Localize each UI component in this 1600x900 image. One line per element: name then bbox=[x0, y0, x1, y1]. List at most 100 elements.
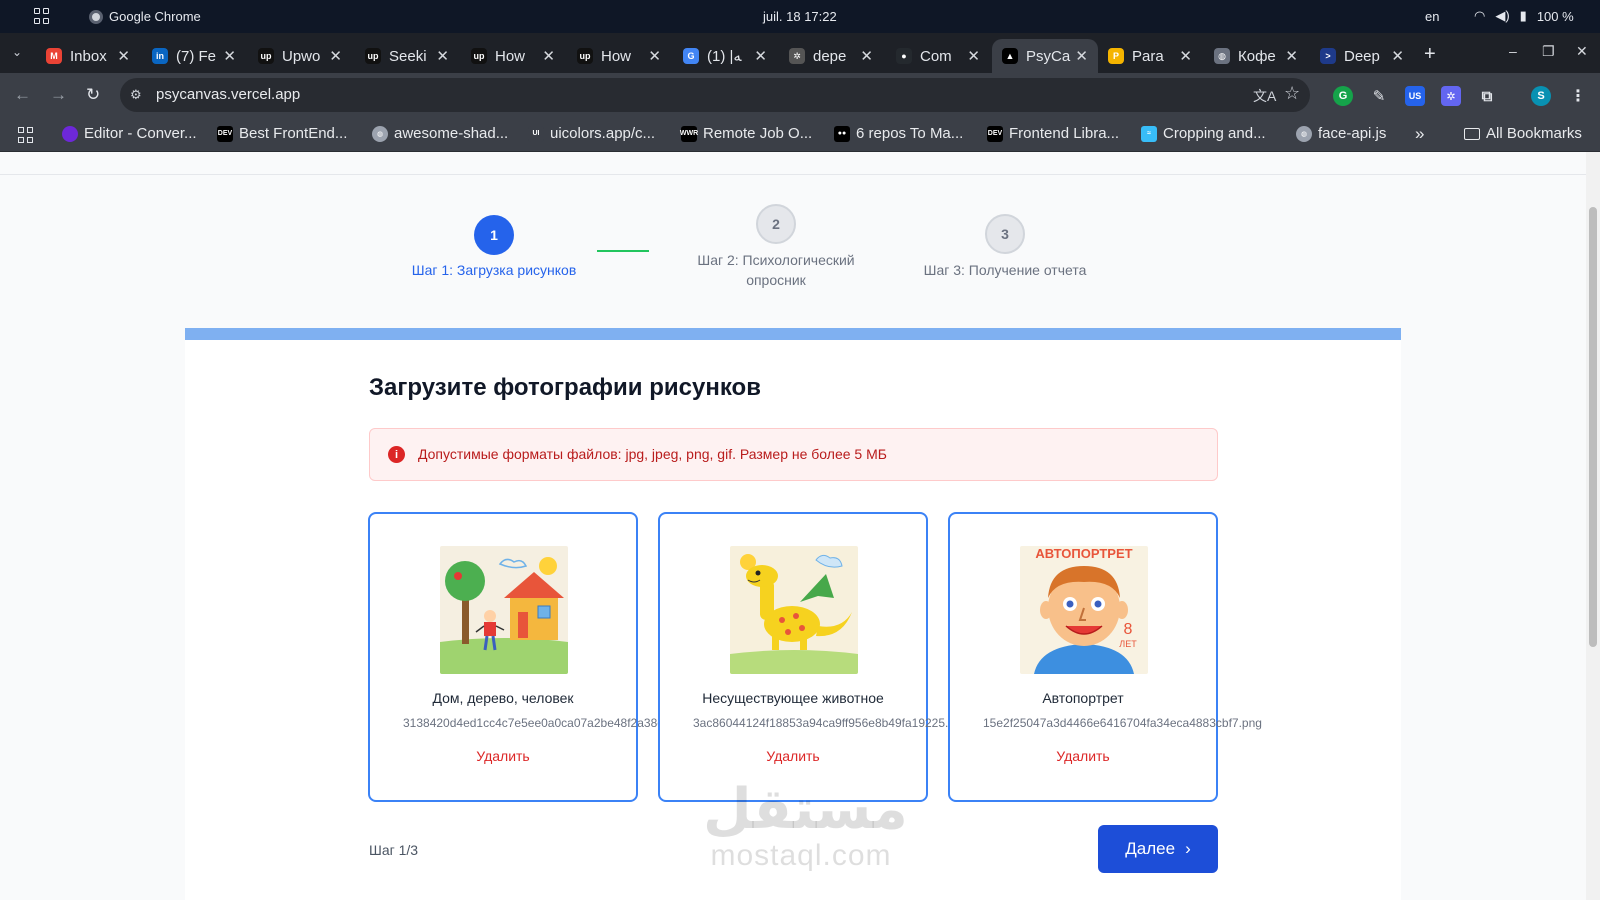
bookmark-4[interactable]: WWR Remote Job O... bbox=[680, 125, 812, 142]
close-tab-icon[interactable]: ✕ bbox=[967, 47, 980, 65]
step-2-circle[interactable]: 2 bbox=[756, 204, 796, 244]
tab-2[interactable]: up Upwo ✕ bbox=[248, 39, 352, 73]
terminal-icon: > bbox=[1320, 48, 1336, 64]
watermark: مستقل mostaql.com bbox=[703, 780, 908, 872]
close-tab-icon[interactable]: ✕ bbox=[223, 47, 236, 65]
upwork-icon: up bbox=[577, 48, 593, 64]
bookmark-label: uicolors.app/c... bbox=[550, 125, 656, 142]
bookmark-star-icon[interactable]: ☆ bbox=[1284, 83, 1300, 104]
portrait-age: 8 bbox=[1124, 621, 1133, 638]
tab-search-chevron-icon[interactable]: ⌄ bbox=[12, 45, 22, 59]
activities-grid-icon[interactable] bbox=[34, 8, 50, 24]
delete-button[interactable]: Удалить bbox=[950, 748, 1216, 764]
translate-icon[interactable]: 文A bbox=[1253, 86, 1276, 106]
grammarly-icon[interactable]: G bbox=[1333, 86, 1353, 106]
close-tab-icon[interactable]: ✕ bbox=[860, 47, 873, 65]
bookmark-6[interactable]: DEV Frontend Libra... bbox=[987, 125, 1119, 142]
address-bar[interactable]: ⚙ psycanvas.vercel.app 文A ☆ bbox=[120, 78, 1310, 112]
bookmark-label: Best FrontEnd... bbox=[239, 125, 348, 142]
bookmark-label: Editor - Conver... bbox=[84, 125, 197, 142]
step-connector bbox=[597, 250, 649, 252]
purple-circle-icon bbox=[62, 125, 78, 142]
tab-9[interactable]: ▲ PsyCa ✕ bbox=[992, 39, 1098, 73]
apps-grid-icon[interactable] bbox=[18, 127, 34, 143]
portrait-years: ЛЕТ bbox=[1119, 639, 1137, 649]
tab-11[interactable]: ◍ Кофе ✕ bbox=[1204, 39, 1308, 73]
scrollbar-thumb[interactable] bbox=[1589, 207, 1597, 647]
close-window-icon[interactable]: ✕ bbox=[1576, 43, 1588, 60]
card-accent-bar bbox=[185, 328, 1401, 340]
tab-8[interactable]: ● Com ✕ bbox=[886, 39, 990, 73]
step-2-label: Шаг 2: Психологический опросник bbox=[666, 250, 886, 290]
system-tray[interactable]: ◠ ◀) ▮ 100 % bbox=[1474, 8, 1574, 24]
tab-6[interactable]: G ﻪ| (1) ✕ bbox=[673, 39, 777, 73]
delete-button[interactable]: Удалить bbox=[370, 748, 636, 764]
step-1-circle[interactable]: 1 bbox=[474, 215, 514, 255]
all-bookmarks[interactable]: All Bookmarks bbox=[1464, 125, 1582, 142]
ui-icon: UI bbox=[528, 125, 544, 142]
url-text[interactable]: psycanvas.vercel.app bbox=[156, 86, 300, 103]
tab-0[interactable]: M Inbox ✕ bbox=[36, 39, 140, 73]
upload-slot-house-tree-person[interactable]: Дом, дерево, человек 3138420d4ed1cc4c7e5… bbox=[368, 512, 664, 802]
forward-arrow-icon[interactable]: → bbox=[50, 85, 67, 105]
bookmark-5[interactable]: ●● 6 repos To Ma... bbox=[834, 125, 963, 142]
minimize-icon[interactable]: – bbox=[1509, 43, 1517, 59]
profile-avatar[interactable]: S bbox=[1531, 86, 1551, 106]
all-bookmarks-label: All Bookmarks bbox=[1486, 125, 1582, 142]
watermark-latin: mostaql.com bbox=[710, 839, 892, 872]
close-tab-icon[interactable]: ✕ bbox=[542, 47, 555, 65]
tab-5[interactable]: up How ✕ bbox=[567, 39, 671, 73]
bookmark-3[interactable]: UI uicolors.app/c... bbox=[528, 125, 655, 142]
upload-slot-self-portrait[interactable]: АВТОПОРТРЕТ 8 ЛЕТ Автопортрет 15e2f25047… bbox=[948, 512, 1262, 802]
tab-4[interactable]: up How ✕ bbox=[461, 39, 565, 73]
more-bookmarks-icon[interactable]: » bbox=[1415, 124, 1424, 144]
reload-icon[interactable]: ↻ bbox=[86, 85, 100, 105]
bookmark-2[interactable]: ◍ awesome-shad... bbox=[372, 125, 508, 142]
tab-3[interactable]: up Seeki ✕ bbox=[355, 39, 459, 73]
tab-10[interactable]: P Para ✕ bbox=[1098, 39, 1202, 73]
close-tab-icon[interactable]: ✕ bbox=[1285, 47, 1298, 65]
gear-extension-icon[interactable]: ✲ bbox=[1441, 86, 1461, 106]
upload-slot-nonexistent-animal[interactable]: Несуществующее животное 3ac86044124f1885… bbox=[658, 512, 955, 802]
house-tree-person-drawing bbox=[440, 546, 568, 674]
close-tab-icon[interactable]: ✕ bbox=[1391, 47, 1404, 65]
keyboard-language[interactable]: en bbox=[1425, 9, 1439, 24]
alert-text: Допустимые форматы файлов: jpg, jpeg, pn… bbox=[418, 446, 887, 462]
bookmark-1[interactable]: DEV Best FrontEnd... bbox=[217, 125, 347, 142]
maximize-icon[interactable]: ❐ bbox=[1542, 43, 1555, 60]
bookmark-7[interactable]: ≈ Cropping and... bbox=[1141, 125, 1266, 142]
tab-1[interactable]: in (7) Fe ✕ bbox=[142, 39, 246, 73]
tab-7[interactable]: ✲ depe ✕ bbox=[779, 39, 883, 73]
active-app[interactable]: Google Chrome bbox=[89, 9, 201, 24]
tab-12[interactable]: > Deep ✕ bbox=[1310, 39, 1414, 73]
upwork-icon: up bbox=[258, 48, 274, 64]
close-tab-icon[interactable]: ✕ bbox=[648, 47, 661, 65]
delete-button[interactable]: Удалить bbox=[660, 748, 926, 764]
bookmark-0[interactable]: Editor - Conver... bbox=[62, 125, 197, 142]
pen-icon[interactable]: ✎ bbox=[1369, 86, 1389, 106]
close-tab-icon[interactable]: ✕ bbox=[117, 47, 130, 65]
new-tab-plus-icon[interactable]: + bbox=[1424, 43, 1436, 66]
close-tab-icon[interactable]: ✕ bbox=[329, 47, 342, 65]
us-extension-icon[interactable]: US bbox=[1405, 86, 1425, 106]
vercel-icon: ▲ bbox=[1002, 48, 1018, 64]
bookmark-8[interactable]: ◍ face-api.js bbox=[1296, 125, 1386, 142]
clock[interactable]: juil. 18 17:22 bbox=[763, 9, 837, 24]
upload-filename: 15e2f25047a3d4466e6416704fa34eca4883cbf7… bbox=[983, 716, 1262, 730]
page-scrollbar[interactable] bbox=[1586, 152, 1600, 900]
close-tab-icon[interactable]: ✕ bbox=[1075, 47, 1088, 65]
cog-favicon-icon: ✲ bbox=[789, 48, 805, 64]
close-tab-icon[interactable]: ✕ bbox=[1179, 47, 1192, 65]
step-3-circle[interactable]: 3 bbox=[985, 214, 1025, 254]
extensions-puzzle-icon[interactable]: ⧉ bbox=[1477, 86, 1497, 106]
dev-icon: DEV bbox=[217, 125, 233, 142]
close-tab-icon[interactable]: ✕ bbox=[754, 47, 767, 65]
header-divider bbox=[0, 174, 1586, 175]
close-tab-icon[interactable]: ✕ bbox=[436, 47, 449, 65]
back-arrow-icon[interactable]: ← bbox=[14, 85, 31, 105]
site-info-icon[interactable]: ⚙ bbox=[130, 87, 146, 103]
step-1-label: Шаг 1: Загрузка рисунков bbox=[411, 262, 577, 278]
next-button[interactable]: Далее › bbox=[1098, 825, 1218, 873]
menu-kebab-icon[interactable]: ⋮ bbox=[1568, 86, 1588, 106]
step-2-label-line1: Шаг 2: Психологический bbox=[697, 252, 855, 268]
